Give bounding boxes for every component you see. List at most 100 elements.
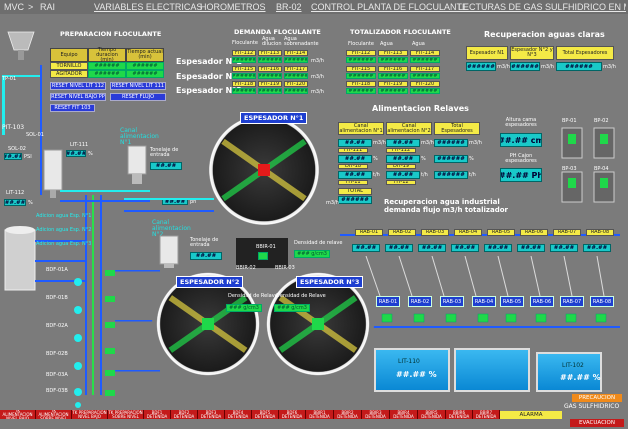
alarm-7: BDF3 DETENIDA <box>198 410 225 419</box>
densidad-2-label: Densidad de Relave <box>228 293 278 299</box>
canal-equipment-svg <box>124 145 214 268</box>
rab-top-6: RAB-06 <box>520 229 548 236</box>
psi-value: ##.## <box>4 153 22 160</box>
rab-gauge-4: ##.## <box>451 244 479 252</box>
espesador-2-label: ESPESADOR N°2 <box>176 276 244 288</box>
dem-tag-3-3: FIT-120 <box>284 81 308 87</box>
espesador-3-label: ESPESADOR N°3 <box>296 276 364 288</box>
tot-tag-3-2: FIT-119 <box>378 81 408 87</box>
alarm-10: BDF6 DETENIDA <box>279 410 306 419</box>
lit102-value: ##.## % <box>560 373 601 382</box>
rel-r3-u2: t/h <box>421 172 428 178</box>
rec-unit-2: m3/h <box>541 64 554 70</box>
tag-bdf02b: BDF-02B <box>46 351 68 357</box>
tag-bdf01a: BDF-01A <box>46 267 68 273</box>
adicion-1: Adicion agua Esp. N°1 <box>36 213 92 219</box>
rab-bottom-6[interactable]: RAB-06 <box>530 296 554 307</box>
rab-bottom-2[interactable]: RAB-02 <box>408 296 432 307</box>
nav-br-02[interactable]: BR-02 <box>276 2 302 12</box>
lit110-value: ##.## % <box>396 370 437 379</box>
rab-bottom-4[interactable]: RAB-04 <box>472 296 496 307</box>
lit102-label: LIT-102 <box>562 362 584 369</box>
demanda-h3: Agua sobrenadante <box>284 36 319 47</box>
alarm-16: BBIR6 DETENIDA <box>446 410 473 419</box>
rab-bottom-5[interactable]: RAB-05 <box>500 296 524 307</box>
lit112-unit: % <box>28 200 33 206</box>
alarm-4: TK PREPARACION SOBRE NIVEL <box>108 410 144 419</box>
rab-gauge-8: ##.## <box>583 244 611 252</box>
dem-unit-2: m3/h <box>311 74 324 80</box>
nav-lecturas-gas[interactable]: LECTURAS DE GAS SULFHIDRICO EN MOLI <box>458 2 626 12</box>
altura-label: Altura cama espesadores <box>505 117 537 128</box>
tot-tag-1-2: FIT-113 <box>378 50 408 56</box>
rab-bottom-8[interactable]: RAB-08 <box>590 296 614 307</box>
lit112-value: ##.## <box>4 199 26 206</box>
rab-bottom-1[interactable]: RAB-01 <box>376 296 400 307</box>
densidad-top-label: Densidad de relave <box>294 240 343 246</box>
rel-r2-u2: % <box>421 156 426 162</box>
ph-label: PH Cajon espesadores <box>505 153 537 164</box>
rab-top-2: RAB-02 <box>388 229 416 236</box>
tot-val-3-2: ###### <box>378 88 408 94</box>
bbir-01-pump[interactable] <box>258 252 268 260</box>
tag-lit111: LIT-111 <box>70 142 89 148</box>
rel-r2-v3: ###### <box>434 155 468 163</box>
tot-val-3-1: ###### <box>346 88 376 94</box>
nav-variables-electricas[interactable]: VARIABLES ELECTRICAS <box>94 2 202 12</box>
precaucion-indicator: PRECAUCION <box>572 394 622 402</box>
nav-mvc[interactable]: MVC <box>4 2 24 12</box>
rab-top-7: RAB-07 <box>553 229 581 236</box>
psi-unit: PSI <box>24 154 32 160</box>
dem-tag-3-1: FIT-118 <box>232 81 256 87</box>
rel-r2-u3: % <box>469 156 474 162</box>
rel-r3-v3: ###### <box>434 171 468 179</box>
tot-tag-1-1: FIT-112 <box>346 50 376 56</box>
dem-val-1-3: ###### <box>284 57 308 63</box>
alarm-9: BDF5 DETENIDA <box>252 410 279 419</box>
nav-horometros[interactable]: HOROMETROS <box>200 2 266 12</box>
rab-bottom-3[interactable]: RAB-03 <box>440 296 464 307</box>
rec-val-3: ###### <box>556 62 602 71</box>
nav-rai[interactable]: RAI <box>40 2 55 12</box>
bbir-01-label: BBIR-01 <box>256 244 276 250</box>
densidad-3-label: Densidad de Relave <box>276 293 326 299</box>
dem-tag-2-3: FIT-117 <box>284 66 308 72</box>
tag-sol01: SOL-01 <box>26 132 44 138</box>
tot-val-3-3: ###### <box>410 88 440 94</box>
tot-val-1-2: ###### <box>378 57 408 63</box>
tag-lit112: LIT-112 <box>6 190 25 196</box>
rel-r1-u1: m3/h <box>373 140 386 146</box>
adicion-2: Adicion agua Esp. N°2 <box>36 227 92 233</box>
demanda-h1: Floculante <box>232 40 258 46</box>
lit110-label: LIT-110 <box>398 358 420 365</box>
rab-gauge-2: ##.## <box>385 244 413 252</box>
rec-val-2: ###### <box>510 62 540 71</box>
tag-sol02: SOL-02 <box>8 146 26 152</box>
tot-tag-2-3: FIT-117 <box>410 66 440 72</box>
bbir-02-label: BBIR-02 <box>236 265 256 271</box>
evacuacion-indicator: EVACUACION <box>570 419 624 427</box>
tag-tp01: TP-01 <box>2 76 17 82</box>
rel-r1-u3: m3/h <box>469 140 482 146</box>
alarm-13: BBIR3 DETENIDA <box>362 410 390 419</box>
tot-tag-2-1: FIT-115 <box>346 66 376 72</box>
dem-tag-3-2: FIT-119 <box>258 81 282 87</box>
rab-bottom-7[interactable]: RAB-07 <box>560 296 584 307</box>
rab-bottom-pumps <box>370 313 620 328</box>
densidad-2-val: ### g/cm3 <box>226 304 262 312</box>
tot-tag-2-2: FIT-116 <box>378 66 408 72</box>
alarma-indicator: ALARMA <box>500 411 562 419</box>
nav-control-planta-floculante[interactable]: CONTROL PLANTA DE FLOCULANTE <box>311 2 468 12</box>
rab-fan-lines <box>365 256 605 297</box>
alarm-6: BDF2 DETENIDA <box>171 410 198 419</box>
rel-r3-v2: ##.## <box>386 171 420 179</box>
rab-gauge-6: ##.## <box>517 244 545 252</box>
espesador-1-label: ESPESADOR N°1 <box>240 112 308 124</box>
rel-h3: Total Espesadores <box>434 122 480 135</box>
tot-tag-1-3: FIT-114 <box>410 50 440 56</box>
rab-top-4: RAB-04 <box>454 229 482 236</box>
demanda-h2: Agua dilucion <box>262 36 282 47</box>
rel-r1-u2: m3/h <box>421 140 434 146</box>
dem-val-2-3: ###### <box>284 73 308 79</box>
tot-tag-3-1: FIT-118 <box>346 81 376 87</box>
